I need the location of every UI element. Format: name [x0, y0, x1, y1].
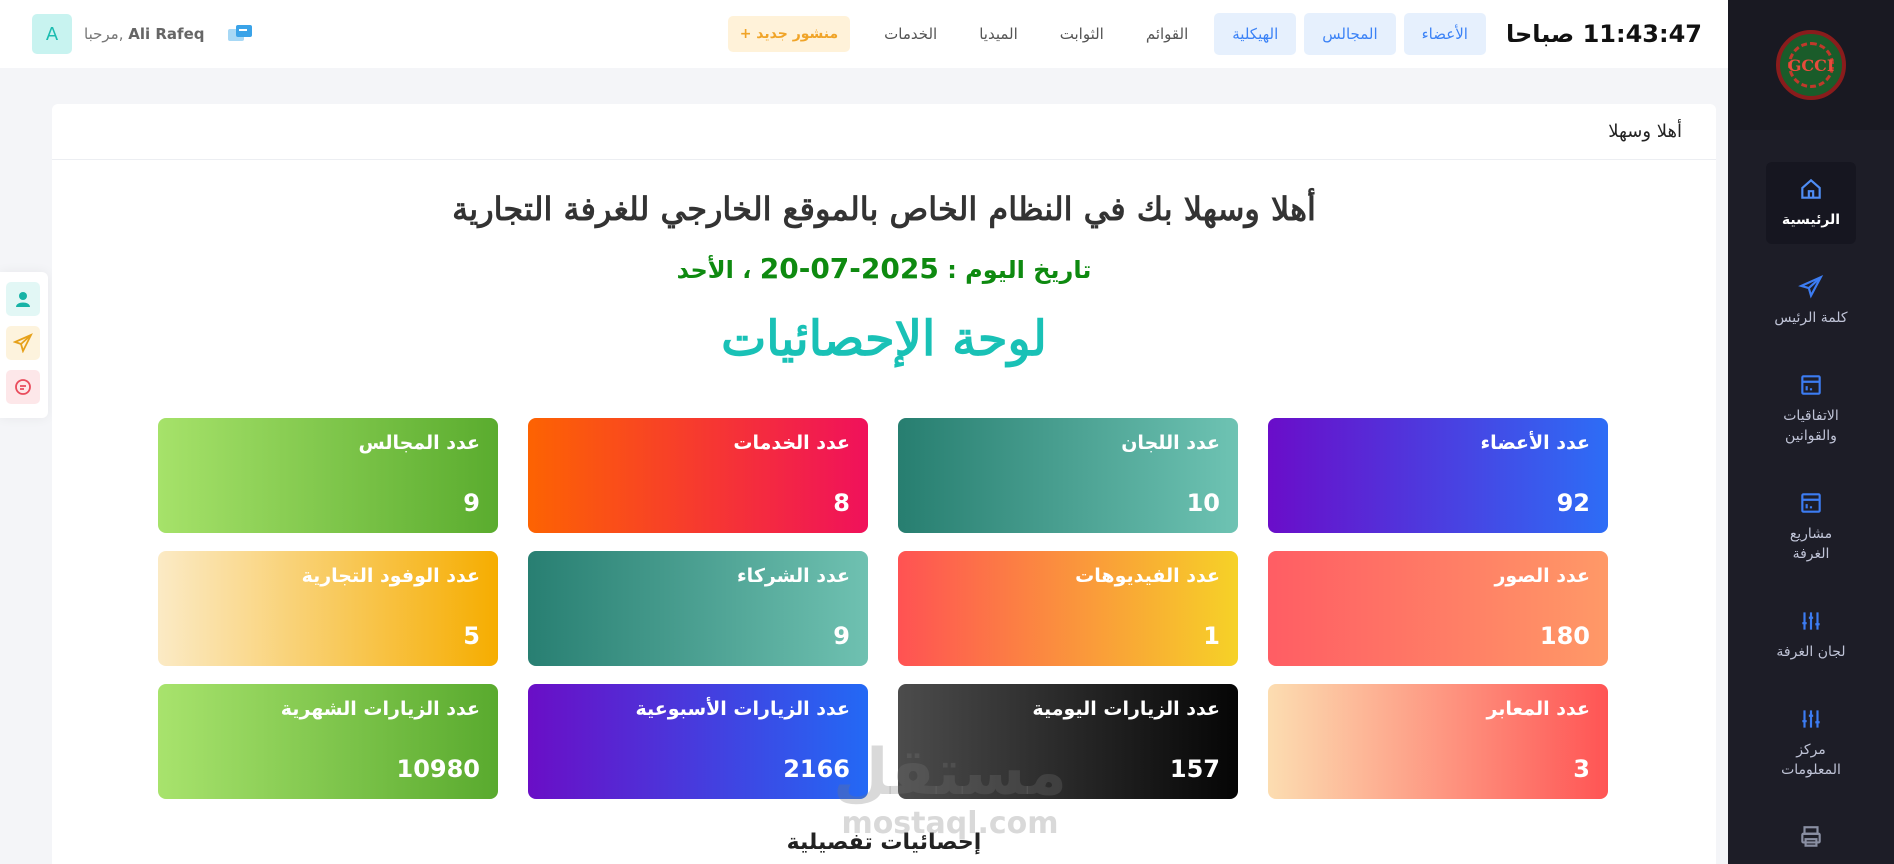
stat-value: 9	[833, 622, 850, 650]
greeting-prefix: مرحبا,	[84, 25, 124, 43]
nav-structure-button[interactable]: الهيكلية	[1214, 13, 1297, 55]
stat-label: عدد الزيارات الشهرية	[280, 698, 480, 720]
home-icon	[1798, 176, 1824, 202]
stat-label: عدد الشركاء	[736, 565, 850, 587]
stat-value: 10980	[396, 755, 481, 783]
stat-value: 1	[1203, 622, 1220, 650]
watermark: مستقل mostaql.com	[820, 740, 1080, 841]
card-header: أهلا وسهلا	[52, 104, 1716, 160]
watermark-arabic: مستقل	[832, 736, 1068, 810]
stat-value: 92	[1556, 489, 1590, 517]
stat-value: 5	[463, 622, 480, 650]
stat-card-crossings[interactable]: عدد المعابر 3	[1268, 684, 1608, 799]
date-line: تاريخ اليوم : 2025-07-20 ، الأحد	[52, 252, 1716, 285]
nav-councils-button[interactable]: المجالس	[1304, 13, 1396, 55]
stat-card-committees[interactable]: عدد اللجان 10	[898, 418, 1238, 533]
stat-label: عدد الوفود التجارية	[301, 565, 480, 587]
stat-card-monthly-visits[interactable]: عدد الزيارات الشهرية 10980	[158, 684, 498, 799]
date-label: تاريخ اليوم :	[947, 256, 1092, 284]
user-area: A مرحبا, Ali Rafeq	[32, 14, 254, 54]
card-title: أهلا وسهلا	[1608, 121, 1682, 142]
sidebar-item-label: مشاريع الغرفة	[1789, 526, 1833, 562]
sidebar-item-agreements[interactable]: الاتفاقيات والقوانين	[1766, 358, 1856, 460]
sidebar: GCCI الرئيسية كلمة الرئيس الاتفاقيات وال…	[1728, 0, 1894, 864]
user-icon	[16, 292, 30, 307]
sidebar-item-president-word[interactable]: كلمة الرئيس	[1766, 260, 1856, 342]
stat-label: عدد الفيديوهات	[1075, 565, 1220, 587]
chat-quick-button[interactable]	[6, 370, 40, 404]
sidebar-item-print[interactable]: -	[1766, 810, 1856, 864]
stat-label: عدد الخدمات	[733, 432, 850, 454]
stat-label: عدد اللجان	[1121, 432, 1220, 454]
stat-label: عدد المجالس	[358, 432, 480, 454]
nav-media-button[interactable]: الميديا	[961, 13, 1036, 55]
side-nav: الرئيسية كلمة الرئيس الاتفاقيات والقواني…	[1728, 130, 1894, 864]
sidebar-item-info-center[interactable]: مركز المعلومات	[1766, 692, 1856, 794]
stat-card-trade-delegations[interactable]: عدد الوفود التجارية 5	[158, 551, 498, 666]
nav-services-button[interactable]: الخدمات	[866, 13, 955, 55]
document-icon	[1798, 490, 1824, 516]
document-icon	[1798, 372, 1824, 398]
greeting: مرحبا, Ali Rafeq	[84, 25, 204, 43]
sidebar-item-label: مركز المعلومات	[1781, 742, 1841, 778]
stat-card-partners[interactable]: عدد الشركاء 9	[528, 551, 868, 666]
stat-label: عدد الزيارات الأسبوعية	[635, 698, 850, 720]
stat-card-services[interactable]: عدد الخدمات 8	[528, 418, 868, 533]
sliders-icon	[1798, 608, 1824, 634]
message-icon	[15, 379, 31, 395]
printer-icon	[1798, 824, 1824, 850]
sidebar-item-label: كلمة الرئيس	[1774, 310, 1848, 326]
user-name: Ali Rafeq	[128, 25, 205, 43]
sidebar-item-committees[interactable]: لجان الغرفة	[1766, 594, 1856, 676]
stat-value: 8	[833, 489, 850, 517]
stat-value: 10	[1186, 489, 1220, 517]
new-post-button[interactable]: منشور جديد +	[727, 16, 851, 52]
sidebar-item-label: لجان الغرفة	[1776, 644, 1846, 660]
stat-card-videos[interactable]: عدد الفيديوهات 1	[898, 551, 1238, 666]
send-icon	[1798, 274, 1824, 300]
clock: 11:43:47 صباحا	[1505, 20, 1702, 48]
user-quick-button[interactable]	[6, 282, 40, 316]
chat-icon[interactable]	[226, 23, 254, 45]
logo[interactable]: GCCI	[1728, 0, 1894, 130]
send-icon	[13, 333, 33, 353]
logo-text: GCCI	[1787, 55, 1835, 75]
sliders-icon	[1798, 706, 1824, 732]
stat-value: 180	[1539, 622, 1590, 650]
quick-actions-panel	[0, 272, 48, 418]
send-quick-button[interactable]	[6, 326, 40, 360]
sidebar-item-home[interactable]: الرئيسية	[1766, 162, 1856, 244]
stat-card-photos[interactable]: عدد الصور 180	[1268, 551, 1608, 666]
stat-label: عدد الصور	[1494, 565, 1590, 587]
watermark-url: mostaql.com	[841, 806, 1059, 841]
stat-value: 3	[1573, 755, 1590, 783]
welcome-message: أهلا وسهلا بك في النظام الخاص بالموقع ال…	[452, 190, 1316, 228]
avatar[interactable]: A	[32, 14, 72, 54]
nav-lists-button[interactable]: القوائم	[1128, 13, 1206, 55]
sidebar-item-label: الرئيسية	[1781, 212, 1841, 228]
sidebar-item-label: الاتفاقيات والقوانين	[1783, 408, 1839, 444]
sidebar-item-label: -	[1808, 860, 1813, 864]
date-value: 2025-07-20	[759, 252, 939, 285]
stat-label: عدد المعابر	[1486, 698, 1590, 720]
stat-card-weekly-visits[interactable]: عدد الزيارات الأسبوعية 2166	[528, 684, 868, 799]
stats-title: لوحة الإحصائيات	[721, 311, 1047, 367]
stat-label: عدد الزيارات اليومية	[1032, 698, 1220, 720]
date-day: ، الأحد	[676, 256, 752, 284]
logo-emblem: GCCI	[1776, 30, 1846, 100]
stat-label: عدد الأعضاء	[1480, 432, 1590, 454]
stat-card-members[interactable]: عدد الأعضاء 92	[1268, 418, 1608, 533]
sidebar-item-projects[interactable]: مشاريع الغرفة	[1766, 476, 1856, 578]
top-bar: 11:43:47 صباحا الأعضاء المجالس الهيكلية …	[0, 0, 1728, 68]
stat-value: 157	[1169, 755, 1220, 783]
stat-value: 9	[463, 489, 480, 517]
nav-members-button[interactable]: الأعضاء	[1403, 13, 1486, 55]
stat-card-councils[interactable]: عدد المجالس 9	[158, 418, 498, 533]
nav-constants-button[interactable]: الثوابت	[1042, 13, 1122, 55]
